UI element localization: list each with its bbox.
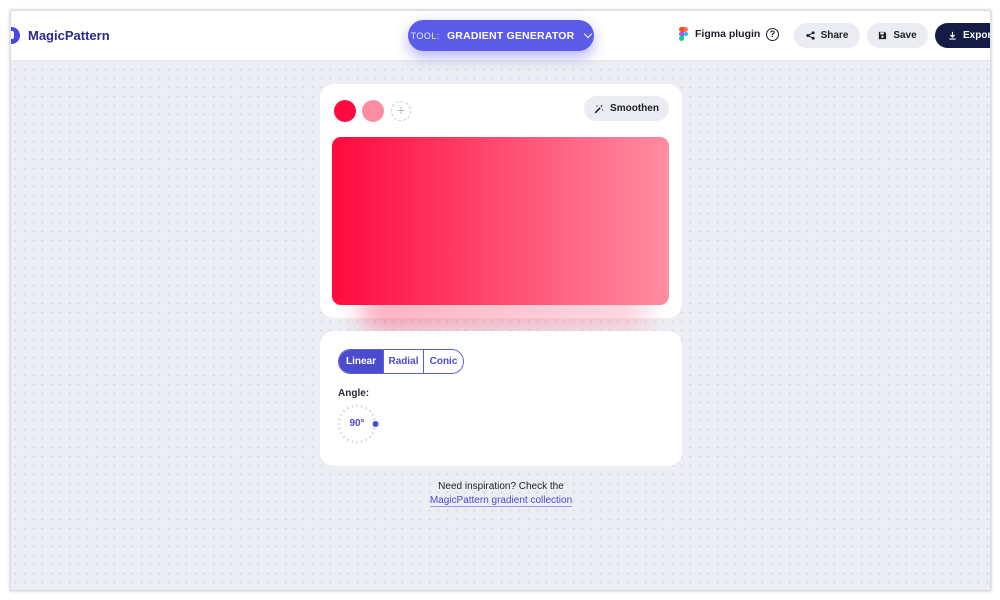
angle-label: Angle: xyxy=(338,388,370,399)
share-button[interactable]: Share xyxy=(794,23,860,48)
gradient-type-toggle: Linear Radial Conic xyxy=(338,349,464,374)
color-stop-2[interactable] xyxy=(362,100,384,122)
export-label: Export xyxy=(963,30,991,41)
tool-selector-button[interactable]: TOOL: GRADIENT GENERATOR xyxy=(408,20,594,51)
save-label: Save xyxy=(893,30,917,41)
add-color-stop-button[interactable]: + xyxy=(391,101,411,121)
share-label: Share xyxy=(820,30,849,41)
export-button[interactable]: Export xyxy=(935,23,991,48)
angle-value: 90° xyxy=(349,418,365,429)
color-stops: + xyxy=(334,100,411,122)
brand-name: MagicPattern xyxy=(28,28,110,43)
color-stop-1[interactable] xyxy=(334,100,356,122)
gradient-controls-card: Linear Radial Conic Angle: 90° xyxy=(320,331,682,466)
inspiration-prompt: Need inspiration? Check the xyxy=(438,481,564,492)
gradient-editor-card: + Smoothen xyxy=(320,84,682,332)
app-window: MagicPattern TOOL: GRADIENT GENERATOR Fi… xyxy=(10,10,991,591)
gradient-preview xyxy=(332,137,669,305)
smoothen-button[interactable]: Smoothen xyxy=(584,96,669,121)
angle-dial[interactable]: 90° xyxy=(337,404,379,444)
top-bar: MagicPattern TOOL: GRADIENT GENERATOR Fi… xyxy=(11,11,990,61)
gradient-type-conic[interactable]: Conic xyxy=(423,350,463,373)
gradient-type-linear[interactable]: Linear xyxy=(339,350,383,373)
inspiration-note: Need inspiration? Check the MagicPattern… xyxy=(320,480,682,508)
download-icon xyxy=(949,31,956,40)
figma-icon xyxy=(679,27,688,41)
magic-wand-icon xyxy=(594,104,604,113)
gradient-collection-link[interactable]: MagicPattern gradient collection xyxy=(429,495,573,507)
chevron-down-icon xyxy=(584,29,593,39)
share-icon xyxy=(805,31,815,40)
save-button[interactable]: Save xyxy=(867,23,928,48)
save-icon xyxy=(879,31,887,40)
tool-prefix: TOOL: xyxy=(410,30,440,41)
smoothen-label: Smoothen xyxy=(610,103,659,114)
figma-plugin-label: Figma plugin xyxy=(695,28,761,40)
tool-name: GRADIENT GENERATOR xyxy=(446,29,575,42)
gradient-type-radial[interactable]: Radial xyxy=(383,350,423,373)
magicpattern-logo-icon xyxy=(11,27,20,44)
brand[interactable]: MagicPattern xyxy=(11,27,110,44)
figma-plugin-link[interactable]: Figma plugin xyxy=(679,27,760,41)
help-icon[interactable]: ? xyxy=(766,28,779,41)
